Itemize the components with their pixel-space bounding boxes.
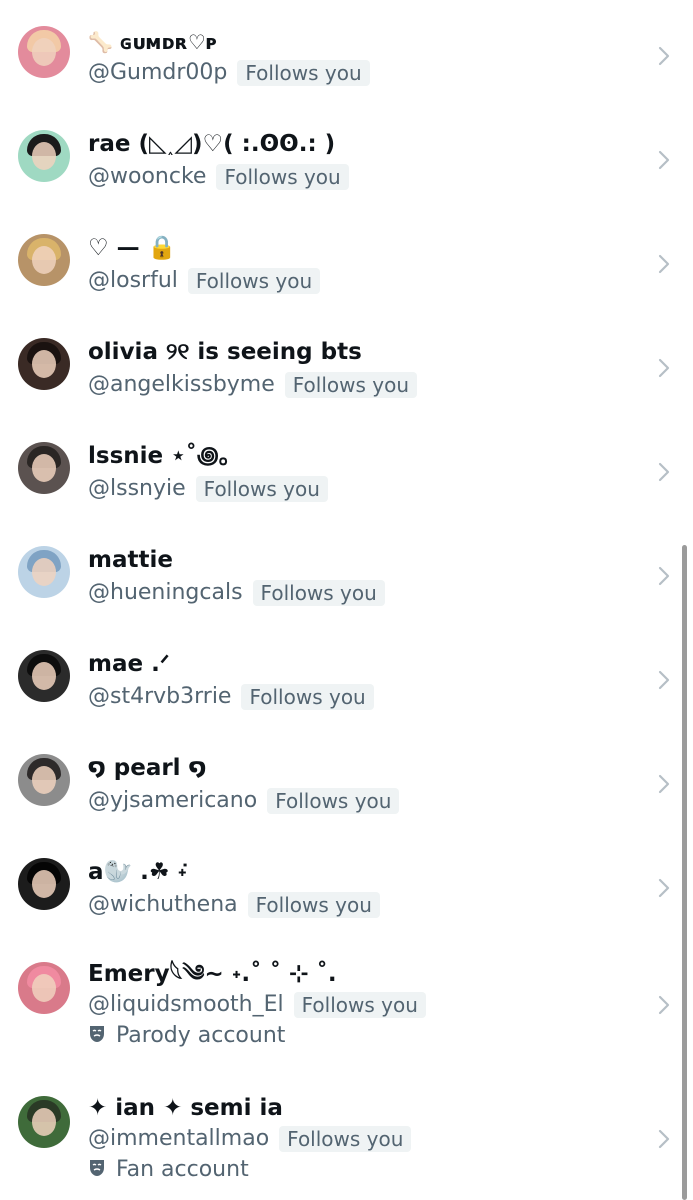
handle: @st4rvb3rrie: [88, 684, 232, 709]
follows-you-badge: Follows you: [252, 580, 385, 606]
list-item[interactable]: mae .ᐟ @st4rvb3rrie Follows you: [0, 624, 693, 728]
display-name: a🦭 .☘︎ ݁˖: [88, 859, 188, 885]
avatar[interactable]: [18, 442, 70, 494]
chevron-right-icon: [658, 878, 670, 898]
following-list: 🦴 ɢᴜᴍᴅʀ♡ᴘ @Gumdr00p Follows you rae (◺˰◿)…: [0, 0, 693, 1200]
list-item[interactable]: olivia ୨୧ is seeing bts @angelkissbyme Fo…: [0, 312, 693, 416]
chevron-right-icon: [658, 995, 670, 1015]
follows-you-badge: Follows you: [247, 892, 380, 918]
follows-you-badge: Follows you: [293, 992, 426, 1018]
display-name: ♡ — 🔒: [88, 235, 177, 261]
handle: @immentallmao: [88, 1126, 270, 1151]
scrollbar[interactable]: [682, 545, 687, 1200]
list-item[interactable]: ♡ — 🔒 @losrful Follows you: [0, 208, 693, 312]
theater-mask-icon: [90, 1160, 104, 1176]
handle: @lssnyie: [88, 476, 186, 501]
chevron-right-icon: [658, 254, 670, 274]
follows-you-badge: Follows you: [267, 788, 400, 814]
follows-you-badge: Follows you: [216, 164, 349, 190]
avatar[interactable]: [18, 962, 70, 1014]
avatar[interactable]: [18, 858, 70, 910]
handle: @hueningcals: [88, 580, 243, 605]
display-name: 🦴 ɢᴜᴍᴅʀ♡ᴘ: [88, 30, 217, 54]
list-item[interactable]: a🦭 .☘︎ ݁˖ @wichuthena Follows you: [0, 832, 693, 936]
display-name: Emery𓆩༄~ ˖.˚ ˚ ⊹ ˚.: [88, 961, 337, 987]
chevron-right-icon: [658, 670, 670, 690]
display-name: olivia ୨୧ is seeing bts: [88, 339, 362, 365]
list-item[interactable]: Emery𓆩༄~ ˖.˚ ˚ ⊹ ˚. @liquidsmooth_El Foll…: [0, 936, 693, 1070]
display-name: mae .ᐟ: [88, 651, 170, 677]
handle: @wooncke: [88, 164, 207, 189]
handle: @yjsamericano: [88, 788, 258, 813]
chevron-right-icon: [658, 358, 670, 378]
chevron-right-icon: [658, 46, 670, 66]
handle: @losrful: [88, 268, 178, 293]
handle: @Gumdr00p: [88, 60, 228, 85]
theater-mask-icon: [90, 1026, 104, 1042]
follows-you-badge: Follows you: [279, 1126, 412, 1152]
avatar[interactable]: [18, 546, 70, 598]
avatar[interactable]: [18, 1096, 70, 1148]
chevron-right-icon: [658, 774, 670, 794]
display-name: ✦ ian ✦ semi ia: [88, 1095, 283, 1121]
display-name: mattie: [88, 547, 173, 573]
avatar[interactable]: [18, 338, 70, 390]
account-label: Parody account: [116, 1023, 286, 1048]
list-item[interactable]: ✦ ian ✦ semi ia @immentallmao Follows you…: [0, 1070, 693, 1200]
handle: @liquidsmooth_El: [88, 992, 284, 1017]
chevron-right-icon: [658, 462, 670, 482]
display-name: ໑ pearl ໑: [88, 755, 207, 781]
account-label: Fan account: [116, 1157, 249, 1182]
list-item[interactable]: lssnie ⋆˚꩜｡ @lssnyie Follows you: [0, 416, 693, 520]
chevron-right-icon: [658, 1129, 670, 1149]
handle: @wichuthena: [88, 892, 238, 917]
handle: @angelkissbyme: [88, 372, 275, 397]
follows-you-badge: Follows you: [284, 372, 418, 398]
avatar[interactable]: [18, 754, 70, 806]
follows-you-badge: Follows you: [241, 684, 374, 710]
display-name: rae (◺˰◿)♡( :.ʘʘ.: ): [88, 131, 336, 157]
follows-you-badge: Follows you: [195, 476, 328, 502]
display-name: lssnie ⋆˚꩜｡: [88, 443, 231, 469]
follows-you-badge: Follows you: [237, 60, 370, 86]
avatar[interactable]: [18, 650, 70, 702]
chevron-right-icon: [658, 566, 670, 586]
list-item[interactable]: rae (◺˰◿)♡( :.ʘʘ.: ) @wooncke Follows you: [0, 104, 693, 208]
follows-you-badge: Follows you: [187, 268, 321, 294]
list-item[interactable]: 🦴 ɢᴜᴍᴅʀ♡ᴘ @Gumdr00p Follows you: [0, 0, 693, 104]
list-item[interactable]: ໑ pearl ໑ @yjsamericano Follows you: [0, 728, 693, 832]
avatar[interactable]: [18, 26, 70, 78]
chevron-right-icon: [658, 150, 670, 170]
avatar[interactable]: [18, 130, 70, 182]
list-item[interactable]: mattie @hueningcals Follows you: [0, 520, 693, 624]
avatar[interactable]: [18, 234, 70, 286]
